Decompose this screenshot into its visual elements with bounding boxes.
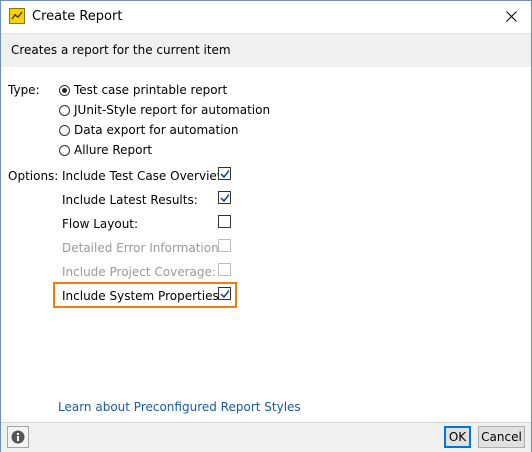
type-label: Type: — [8, 83, 40, 97]
info-button[interactable] — [7, 426, 29, 448]
checkmark-icon — [220, 194, 230, 203]
radio-label[interactable]: Allure Report — [74, 143, 152, 157]
close-icon[interactable] — [491, 1, 531, 31]
option-label-flow-layout: Flow Layout: — [62, 217, 139, 231]
radio-button[interactable] — [59, 145, 70, 156]
description-text: Creates a report for the current item — [11, 43, 231, 57]
checkbox-project-coverage — [218, 263, 231, 276]
checkmark-icon — [220, 290, 230, 299]
report-app-icon — [9, 8, 25, 24]
create-report-dialog: Create Report Creates a report for the c… — [0, 0, 532, 452]
checkbox-system-properties[interactable] — [218, 287, 231, 300]
radio-button[interactable] — [59, 85, 70, 96]
info-icon — [11, 430, 25, 444]
radio-button[interactable] — [59, 125, 70, 136]
option-label-system-properties: Include System Properties: — [62, 289, 223, 303]
option-label-project-coverage: Include Project Coverage: — [62, 265, 216, 279]
checkbox-latest-results[interactable] — [218, 191, 231, 204]
radio-label[interactable]: JUnit-Style report for automation — [74, 103, 270, 117]
radio-label[interactable]: Test case printable report — [74, 83, 227, 97]
checkbox-flow-layout[interactable] — [218, 215, 231, 228]
title-bar: Create Report — [1, 1, 531, 33]
checkbox-test-case-overview[interactable] — [218, 167, 231, 180]
options-label: Options: — [8, 169, 59, 183]
checkbox-detailed-error — [218, 239, 231, 252]
dialog-body: Type: Test case printable report JUnit-S… — [1, 67, 531, 422]
checkmark-icon — [220, 170, 230, 179]
dialog-footer: OK Cancel — [1, 422, 531, 452]
radio-button[interactable] — [59, 105, 70, 116]
cancel-button[interactable]: Cancel — [478, 426, 525, 448]
dialog-description: Creates a report for the current item — [1, 33, 531, 68]
ok-button[interactable]: OK — [444, 426, 471, 448]
preconfigured-styles-link[interactable]: Learn about Preconfigured Report Styles — [58, 400, 301, 414]
option-label-test-case-overview: Include Test Case Overview: — [62, 169, 231, 183]
option-label-detailed-error: Detailed Error Information: — [62, 241, 223, 255]
window-title: Create Report — [32, 9, 123, 24]
option-label-latest-results: Include Latest Results: — [62, 193, 198, 207]
radio-label[interactable]: Data export for automation — [74, 123, 239, 137]
